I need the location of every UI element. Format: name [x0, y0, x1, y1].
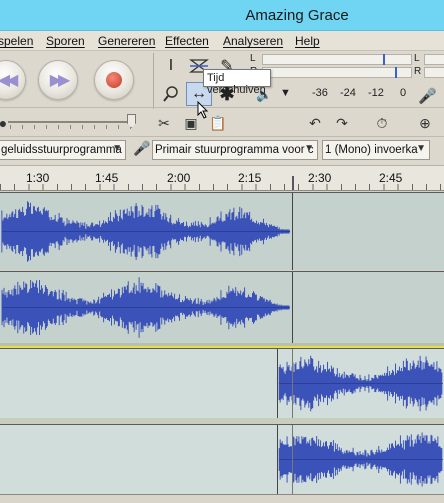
meter2-left-label: L [414, 53, 420, 64]
ruler-label: 1:45 [95, 171, 119, 185]
playback-meter: L R L R [250, 53, 444, 83]
clip-boundary [292, 193, 293, 270]
waveform [1, 201, 291, 262]
ruler-label: 2:15 [238, 171, 262, 185]
sync-lock-icon[interactable]: ⏱ [371, 113, 393, 133]
chevron-down-icon: ▼ [304, 143, 314, 154]
meter-left-bar[interactable] [262, 54, 412, 65]
menu-effecten[interactable]: Effecten [165, 34, 209, 48]
selection-tool-button[interactable]: I [158, 54, 184, 78]
playhead-marker[interactable] [292, 176, 300, 190]
paste-icon[interactable]: 📋 [207, 113, 229, 133]
record-button[interactable] [94, 60, 134, 100]
horizontal-scrollbar[interactable] [0, 494, 444, 503]
menu-help[interactable]: Help [295, 34, 320, 48]
audio-track-2-right[interactable] [0, 424, 444, 494]
playback-cursor-line [292, 425, 293, 494]
record-meter-left-bar[interactable] [424, 54, 444, 65]
ruler-label: 1:30 [26, 171, 50, 185]
cut-icon[interactable]: ✂ [153, 113, 175, 133]
ruler-label: 2:45 [379, 171, 403, 185]
channels-select[interactable]: 1 (Mono) invoerka ▼ [322, 140, 430, 160]
zoom-tool-icon [163, 86, 178, 102]
audio-track-2-left[interactable] [0, 348, 444, 418]
waveform [278, 355, 443, 412]
recording-device-value: Primair stuurprogramma voor c [155, 144, 314, 156]
chevron-down-icon: ▼ [112, 143, 122, 154]
mic-volume-icon: ● [0, 115, 8, 131]
meter-dropdown-icon[interactable]: ▼ [280, 87, 291, 99]
volume-slider-track[interactable] [8, 121, 133, 123]
skip-to-start-icon: ◀◀ [0, 72, 18, 89]
record-icon [106, 72, 122, 88]
meter-left-label: L [250, 53, 256, 64]
device-toolbar: geluidsstuurprogramma ▼ 🎤 Primair stuurp… [0, 136, 444, 163]
ruler-label: 2:00 [167, 171, 191, 185]
channels-value: 1 (Mono) invoerka [325, 144, 418, 156]
menu-afspelen[interactable]: spelen [0, 34, 33, 48]
record-meter-right-bar[interactable] [424, 67, 444, 78]
skip-to-end-button[interactable]: ▶▶ [38, 60, 78, 100]
microphone-icon[interactable]: 🎤 [418, 87, 437, 105]
menu-analyseren[interactable]: Analyseren [223, 34, 283, 48]
chevron-down-icon: ▼ [416, 143, 426, 154]
recording-device-select[interactable]: Primair stuurprogramma voor c ▼ [152, 140, 318, 160]
mixer-edit-toolbar: ● ✂ ▣ 📋 ↶ ↷ ⏱ ⊕ [0, 107, 444, 135]
skip-to-end-icon: ▶▶ [49, 72, 71, 89]
meter2-right-label: R [414, 66, 422, 77]
scale-label: -24 [340, 87, 356, 99]
transport-toolbar: ◀◀ ▶▶ [0, 54, 148, 106]
menu-genereren[interactable]: Genereren [98, 34, 155, 48]
selection-tool-icon: I [168, 57, 174, 74]
undo-icon[interactable]: ↶ [304, 113, 326, 133]
scale-label: -36 [312, 87, 328, 99]
zoom-tool-button[interactable] [158, 82, 184, 106]
ruler-label: 2:30 [308, 171, 332, 185]
playback-cursor-line [292, 349, 293, 418]
tooltip: Tijd verschuiven [203, 69, 271, 96]
clip-boundary [292, 272, 293, 343]
microphone-icon: 🎤 [133, 140, 151, 156]
audio-track-1-left[interactable] [0, 192, 444, 270]
menu-sporen[interactable]: Sporen [46, 34, 85, 48]
audio-host-value: geluidsstuurprogramma [1, 144, 122, 156]
meter-scale: 🔈 ▼ -36 -24 -12 0 🎤 [250, 84, 444, 106]
menu-bar: spelen Sporen Genereren Effecten Analyse… [0, 31, 444, 51]
mouse-cursor-icon [197, 101, 209, 119]
zoom-in-icon[interactable]: ⊕ [414, 113, 436, 133]
waveform [278, 432, 443, 487]
redo-icon[interactable]: ↷ [331, 113, 353, 133]
timeline-ruler[interactable]: 1:30 1:45 2:00 2:15 2:30 2:45 [0, 165, 444, 191]
scale-label: -12 [368, 87, 384, 99]
audacity-window: Amazing Grace spelen Sporen Genereren Ef… [0, 0, 444, 503]
title-bar: Amazing Grace [0, 0, 444, 31]
skip-to-start-button[interactable]: ◀◀ [0, 60, 26, 100]
meter-right-bar[interactable] [262, 67, 412, 78]
audio-track-1-right[interactable] [0, 271, 444, 343]
waveform [1, 277, 290, 338]
audio-host-select[interactable]: geluidsstuurprogramma ▼ [0, 140, 126, 160]
window-title: Amazing Grace [245, 7, 349, 24]
scale-label: 0 [400, 87, 407, 99]
